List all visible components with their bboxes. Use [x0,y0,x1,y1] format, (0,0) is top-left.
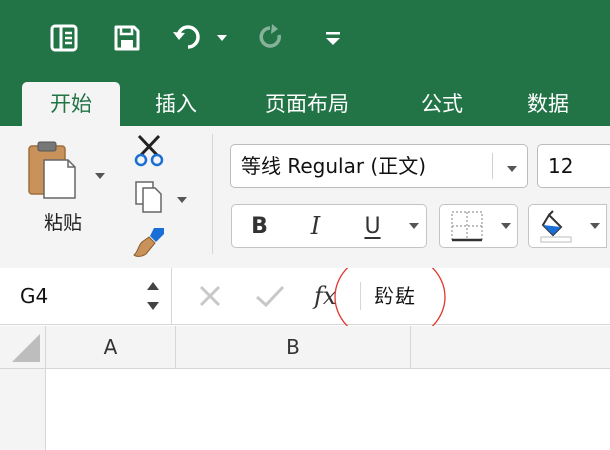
copy-dropdown-chevron-icon[interactable] [176,190,188,203]
cancel-x-icon [196,282,224,310]
borders-button[interactable] [439,204,495,248]
fill-color-dropdown[interactable] [583,204,607,248]
italic-button[interactable]: I [287,204,345,248]
font-name-chevron-icon[interactable] [505,160,519,172]
underline-chevron-icon [408,223,419,229]
undo-dropdown-chevron-icon[interactable] [213,20,231,56]
enter-checkmark-icon [254,282,286,310]
column-header-row: A B [0,326,610,369]
save-icon[interactable] [107,20,147,56]
font-size-field[interactable]: 12 [537,144,610,188]
tab-formulas[interactable]: 公式 [400,82,484,126]
underline-button[interactable]: U [344,204,402,248]
bold-label: B [251,213,268,239]
customize-toolbar-icon[interactable] [318,20,348,56]
tab-home[interactable]: 开始 [22,82,120,126]
font-name-dropdown[interactable]: 等线 Regular (正文) [230,144,528,188]
font-name-value: 等线 Regular (正文) [241,154,427,178]
name-box-stepper-icon[interactable] [145,276,161,316]
column-header-b[interactable]: B [176,326,411,368]
paste-icon[interactable] [26,140,78,202]
copy-icon[interactable] [134,180,164,214]
borders-dropdown[interactable] [494,204,518,248]
tab-insert[interactable]: 插入 [134,82,218,126]
cut-scissors-icon[interactable] [133,133,165,167]
row-header-column [0,369,46,450]
bold-button[interactable]: B [231,204,288,248]
formula-bar: G4 fx 䦇䦈 [0,268,610,344]
column-header-a[interactable]: A [46,326,176,368]
borders-icon [451,211,483,242]
borders-chevron-icon [500,223,511,229]
underline-dropdown[interactable] [401,204,427,248]
ribbon-panel: 粘贴 等线 Regular (正文) 12 B I U [0,126,610,269]
tab-page-layout[interactable]: 页面布局 [240,82,374,126]
ribbon-tabs: 开始 插入 页面布局 公式 数据 [0,82,610,126]
ribbon-divider [212,134,213,254]
fill-color-button[interactable] [528,204,584,248]
italic-label: I [310,212,321,240]
title-bar [0,0,610,82]
paste-label[interactable]: 粘贴 [30,210,96,236]
sidebar-toggle-icon[interactable] [44,20,84,56]
redo-icon [252,20,292,56]
paste-dropdown-chevron-icon[interactable] [94,166,106,179]
tab-data[interactable]: 数据 [506,82,590,126]
font-size-value: 12 [548,154,574,178]
worksheet-grid[interactable] [46,369,610,450]
fill-color-chevron-icon [589,223,600,229]
dropdown-divider [492,153,493,179]
undo-icon[interactable] [166,20,210,56]
underline-label: U [364,213,381,239]
name-box[interactable]: G4 [0,268,172,324]
name-box-value: G4 [20,284,49,308]
select-all-corner[interactable] [0,326,46,368]
fill-bucket-icon [540,210,572,243]
format-painter-brush-icon[interactable] [132,224,168,258]
